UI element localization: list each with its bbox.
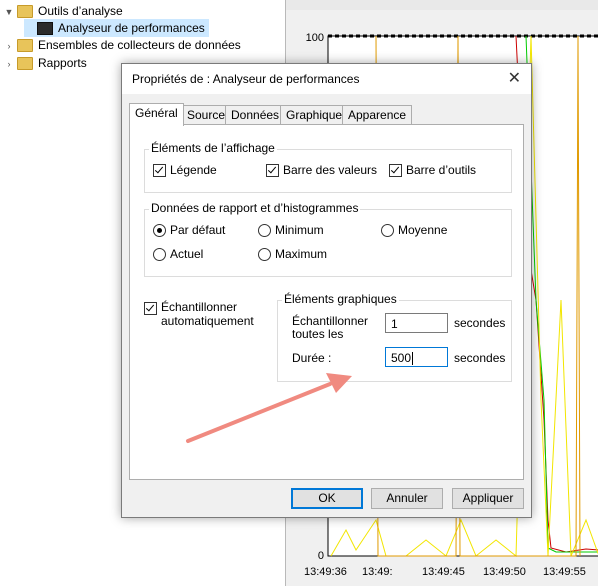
- radio-label: Par défaut: [170, 223, 226, 237]
- tree-item-label: Outils d’analyse: [38, 4, 123, 18]
- sample-interval-input[interactable]: 1: [385, 313, 448, 333]
- performance-monitor-icon: [37, 22, 53, 36]
- checkbox-label: Légende: [170, 163, 217, 177]
- toolbar-checkbox[interactable]: Barre d’outils: [389, 163, 476, 177]
- duration-value: 500: [391, 351, 412, 365]
- tree-item-ensembles-collecteurs[interactable]: › Ensembles de collecteurs de données: [4, 36, 241, 54]
- text-caret: [412, 352, 414, 366]
- tab-graphique[interactable]: Graphique: [280, 105, 349, 125]
- duration-input[interactable]: 500: [385, 347, 448, 367]
- radio-label: Moyenne: [398, 223, 448, 237]
- radio-par-defaut[interactable]: Par défaut: [153, 223, 225, 237]
- radio-moyenne[interactable]: Moyenne: [381, 223, 447, 237]
- tree-item-outils-analyse[interactable]: ▼ Outils d’analyse: [4, 2, 123, 20]
- radio-maximum[interactable]: Maximum: [258, 247, 327, 261]
- group-title: Éléments de l’affichage: [149, 141, 277, 155]
- auto-sample-label-line2: automatiquement: [161, 314, 254, 328]
- apply-button[interactable]: Appliquer: [452, 488, 524, 509]
- radio-icon[interactable]: [258, 223, 271, 237]
- dialog-titlebar[interactable]: Propriétés de : Analyseur de performance…: [122, 64, 531, 94]
- tab-apparence[interactable]: Apparence: [342, 105, 413, 125]
- tree-item-rapports[interactable]: › Rapports: [4, 54, 87, 72]
- x-axis-label: 13:49:50: [483, 566, 526, 578]
- tree-item-label: Ensembles de collecteurs de données: [38, 38, 241, 52]
- chevron-right-icon[interactable]: ›: [4, 55, 14, 73]
- duration-label: Durée :: [292, 351, 332, 365]
- chevron-down-icon[interactable]: ▼: [4, 3, 14, 21]
- auto-sample-label-line1: Échantillonner: [161, 300, 238, 314]
- radio-label: Maximum: [275, 247, 328, 261]
- legend-checkbox[interactable]: Légende: [153, 163, 217, 177]
- radio-selected-icon[interactable]: [153, 223, 166, 237]
- ok-button[interactable]: OK: [291, 488, 363, 509]
- tree-item-label: Rapports: [38, 56, 87, 70]
- radio-icon[interactable]: [258, 247, 271, 261]
- value-bar-checkbox[interactable]: Barre des valeurs: [266, 163, 377, 177]
- display-elements-group: Éléments de l’affichage Légende Barre de…: [144, 141, 512, 193]
- folder-icon: [17, 57, 33, 71]
- properties-dialog: Propriétés de : Analyseur de performance…: [121, 63, 532, 518]
- sample-interval-label-line1: Échantillonner: [292, 314, 369, 328]
- radio-actuel[interactable]: Actuel: [153, 247, 203, 261]
- chevron-right-icon[interactable]: ›: [4, 37, 14, 55]
- tab-source[interactable]: Source: [181, 105, 232, 125]
- folder-icon: [17, 5, 33, 19]
- cancel-button[interactable]: Annuler: [371, 488, 443, 509]
- group-title: Données de rapport et d’histogrammes: [149, 201, 361, 215]
- checkbox-label: Échantillonner automatiquement: [161, 300, 254, 328]
- checkbox-checked-icon[interactable]: [266, 163, 279, 177]
- sample-unit-label: secondes: [454, 316, 506, 330]
- radio-minimum[interactable]: Minimum: [258, 223, 324, 237]
- y-axis-bottom-label: 0: [318, 550, 324, 562]
- sample-interval-label: Échantillonner toutes les: [292, 315, 368, 341]
- tree-item-label: Analyseur de performances: [58, 21, 205, 35]
- close-icon[interactable]: ✕: [508, 68, 521, 88]
- radio-icon[interactable]: [381, 223, 394, 237]
- dialog-title: Propriétés de : Analyseur de performance…: [132, 72, 360, 86]
- tab-general[interactable]: Général: [129, 103, 184, 126]
- checkbox-label: Barre des valeurs: [283, 163, 378, 177]
- sample-interval-label-line2: toutes les: [292, 327, 344, 341]
- checkbox-checked-icon[interactable]: [144, 302, 157, 315]
- graph-toolbar: [286, 0, 598, 10]
- tab-donnees[interactable]: Données: [225, 105, 286, 125]
- x-axis-labels: 13:49:36 13:49: 13:49:45 13:49:50 13:49:…: [304, 566, 586, 578]
- radio-label: Actuel: [170, 247, 204, 261]
- checkbox-label: Barre d’outils: [406, 163, 477, 177]
- radio-label: Minimum: [275, 223, 324, 237]
- auto-sample-checkbox[interactable]: Échantillonner automatiquement: [144, 300, 254, 328]
- checkbox-checked-icon[interactable]: [389, 163, 402, 177]
- radio-icon[interactable]: [153, 247, 166, 261]
- x-axis-label: 13:49:: [362, 566, 393, 578]
- x-axis-label: 13:49:36: [304, 566, 347, 578]
- report-data-group: Données de rapport et d’histogrammes Par…: [144, 201, 512, 277]
- duration-unit-label: secondes: [454, 351, 506, 365]
- tree-item-analyseur-performances[interactable]: Analyseur de performances: [24, 19, 209, 37]
- x-axis-label: 13:49:55: [543, 566, 586, 578]
- group-title: Éléments graphiques: [282, 292, 399, 306]
- x-axis-label: 13:49:45: [422, 566, 465, 578]
- tab-panel-general: Éléments de l’affichage Légende Barre de…: [129, 124, 524, 480]
- graph-elements-group: Éléments graphiques Échantillonner toute…: [277, 292, 512, 382]
- checkbox-checked-icon[interactable]: [153, 163, 166, 177]
- y-axis-top-label: 100: [306, 32, 324, 44]
- folder-icon: [17, 39, 33, 53]
